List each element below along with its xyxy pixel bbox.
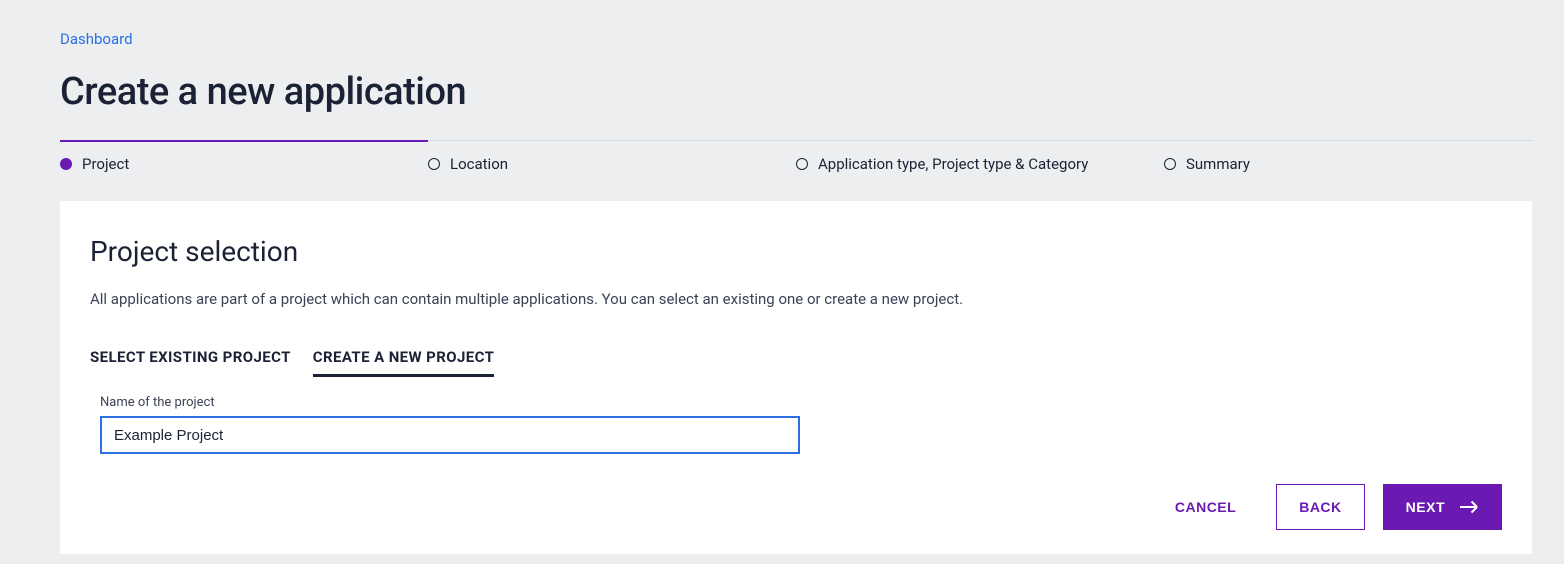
step-label: Application type, Project type & Categor…: [818, 155, 1088, 173]
back-button[interactable]: BACK: [1276, 484, 1364, 530]
step-application-type[interactable]: Application type, Project type & Categor…: [796, 141, 1164, 173]
content-card: Project selection All applications are p…: [60, 201, 1532, 554]
step-label: Location: [450, 155, 508, 173]
step-circle-icon: [60, 158, 72, 170]
actions-row: CANCEL BACK NEXT: [90, 484, 1502, 530]
tabs: SELECT EXISTING PROJECT CREATE A NEW PRO…: [90, 348, 1502, 377]
page-title: Create a new application: [60, 70, 1532, 114]
tab-select-existing[interactable]: SELECT EXISTING PROJECT: [90, 348, 291, 377]
tab-create-new[interactable]: CREATE A NEW PROJECT: [313, 348, 495, 377]
cancel-button-label: CANCEL: [1175, 499, 1236, 515]
section-title: Project selection: [90, 235, 1502, 268]
step-circle-icon: [428, 158, 440, 170]
stepper: Project Location Application type, Proje…: [60, 140, 1532, 173]
step-circle-icon: [1164, 158, 1176, 170]
back-button-label: BACK: [1299, 499, 1341, 515]
arrow-right-icon: [1459, 500, 1479, 514]
breadcrumb-dashboard-link[interactable]: Dashboard: [60, 30, 133, 48]
project-name-input[interactable]: [100, 416, 800, 454]
project-name-label: Name of the project: [100, 395, 1502, 410]
next-button-label: NEXT: [1406, 499, 1445, 515]
step-label: Summary: [1186, 155, 1250, 173]
next-button[interactable]: NEXT: [1383, 484, 1502, 530]
step-project[interactable]: Project: [60, 141, 428, 173]
stepper-progress: [60, 140, 428, 142]
project-name-field: Name of the project: [90, 395, 1502, 454]
step-circle-icon: [796, 158, 808, 170]
section-description: All applications are part of a project w…: [90, 290, 1502, 308]
breadcrumb: Dashboard: [60, 30, 1532, 48]
step-location[interactable]: Location: [428, 141, 796, 173]
step-summary[interactable]: Summary: [1164, 141, 1532, 173]
cancel-button[interactable]: CANCEL: [1153, 485, 1258, 529]
step-label: Project: [82, 155, 129, 173]
